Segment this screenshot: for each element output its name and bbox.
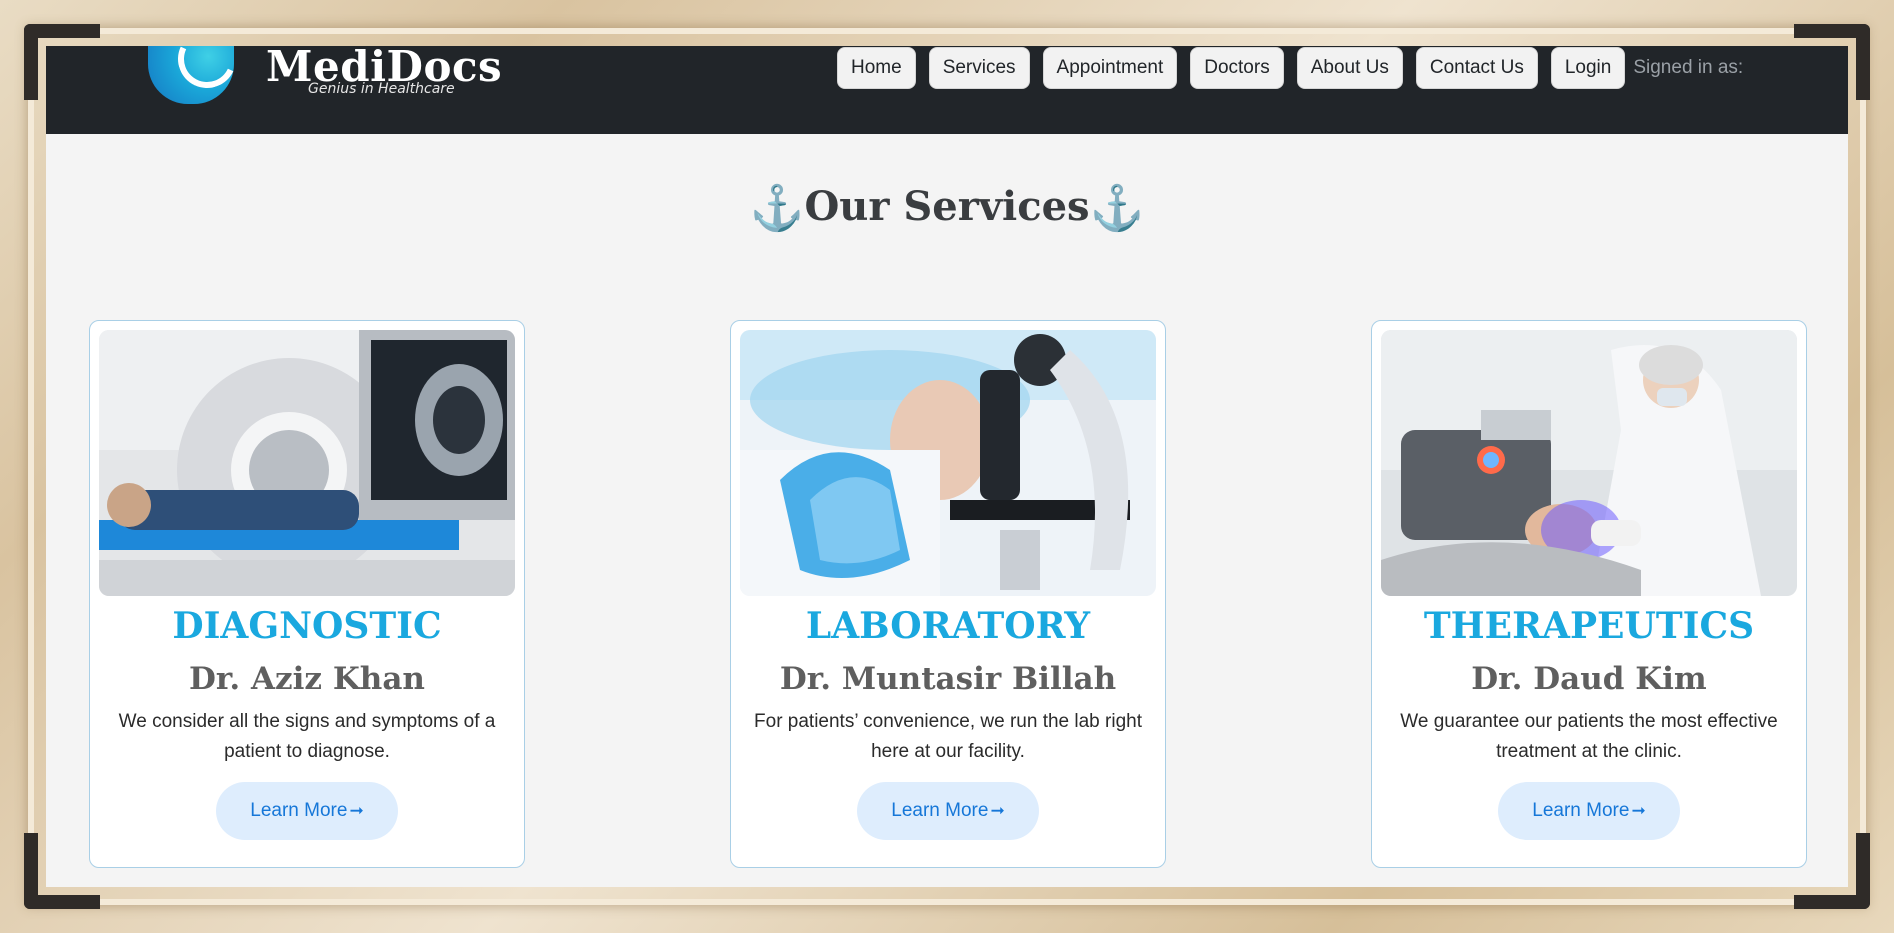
nav-doctors-button[interactable]: Doctors xyxy=(1190,47,1284,89)
service-card-laboratory: LABORATORY Dr. Muntasir Billah For patie… xyxy=(730,320,1166,868)
learn-more-label: Learn More xyxy=(891,800,989,821)
nav-about-us-button[interactable]: About Us xyxy=(1296,47,1403,89)
learn-more-label: Learn More xyxy=(250,800,348,821)
anchor-icon: ⚓ xyxy=(749,183,805,234)
service-card-diagnostic: DIAGNOSTIC Dr. Aziz Khan We consider all… xyxy=(89,320,525,868)
card-title: THERAPEUTICS xyxy=(1423,605,1755,647)
arrow-right-icon: ➞ xyxy=(990,801,1005,820)
card-title: LABORATORY xyxy=(805,605,1091,647)
signed-in-status: Signed in as: xyxy=(1633,57,1744,78)
service-card-therapeutics: THERAPEUTICS Dr. Daud Kim We guarantee o… xyxy=(1371,320,1807,868)
card-doctor-name: Dr. Aziz Khan xyxy=(189,661,425,697)
card-doctor-name: Dr. Muntasir Billah xyxy=(779,661,1117,697)
nav-login-button[interactable]: Login xyxy=(1550,47,1626,89)
web-page: MediDocs Genius in Healthcare Home Servi… xyxy=(46,46,1848,887)
section-title: Our Services xyxy=(804,183,1090,230)
brand-tagline: Genius in Healthcare xyxy=(308,81,455,97)
brand-logo[interactable]: MediDocs Genius in Healthcare xyxy=(148,46,568,108)
card-description: We consider all the signs and symptoms o… xyxy=(118,711,496,762)
anchor-icon: ⚓ xyxy=(1089,183,1145,234)
nav-services-button[interactable]: Services xyxy=(928,47,1030,89)
brain-logo-icon xyxy=(148,46,234,104)
nav-contact-us-button[interactable]: Contact Us xyxy=(1415,47,1538,89)
arrow-right-icon: ➞ xyxy=(1631,801,1646,820)
learn-more-button[interactable]: Learn More ➞ xyxy=(1498,782,1680,840)
section-heading: ⚓Our Services⚓ xyxy=(46,182,1848,234)
arrow-right-icon: ➞ xyxy=(349,801,364,820)
learn-more-button[interactable]: Learn More ➞ xyxy=(857,782,1039,840)
card-description: For patients’ convenience, we run the la… xyxy=(754,711,1142,762)
nav-home-button[interactable]: Home xyxy=(837,47,916,89)
card-doctor-name: Dr. Daud Kim xyxy=(1471,661,1707,697)
learn-more-label: Learn More xyxy=(1532,800,1630,821)
navbar: MediDocs Genius in Healthcare Home Servi… xyxy=(46,46,1848,134)
card-description: We guarantee our patients the most effec… xyxy=(1400,711,1778,762)
lab-microscope-image xyxy=(740,330,1156,596)
main-nav: Home Services Appointment Doctors About … xyxy=(837,47,1743,89)
learn-more-button[interactable]: Learn More ➞ xyxy=(216,782,398,840)
nav-appointment-button[interactable]: Appointment xyxy=(1042,47,1178,89)
therapy-image xyxy=(1381,330,1797,596)
ct-scan-image xyxy=(99,330,515,596)
card-title: DIAGNOSTIC xyxy=(172,605,442,647)
